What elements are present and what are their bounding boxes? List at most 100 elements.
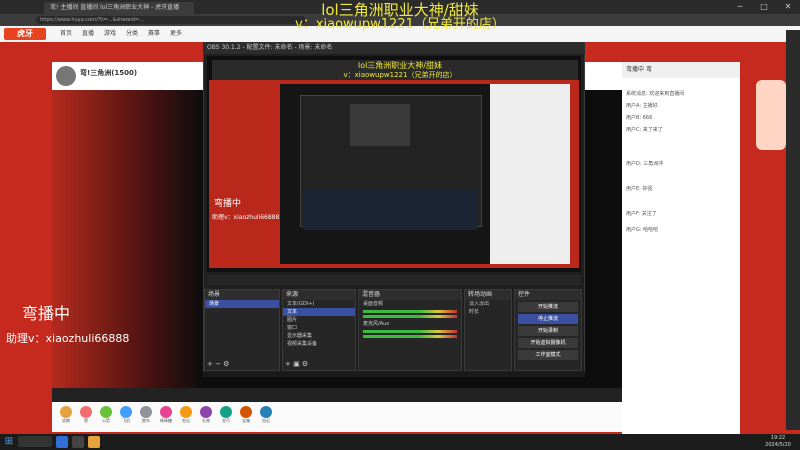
dock-title: 场景: [205, 290, 279, 300]
overlay-contact-text: 助理v：xiaozhuli66888: [6, 332, 130, 345]
chat-message: 用户C: 来了来了: [626, 127, 663, 133]
source-item[interactable]: 文本(GDI+): [283, 300, 355, 308]
obs-source-toolbar: [207, 275, 581, 285]
source-item[interactable]: 视频采集设备: [283, 340, 355, 348]
promo-badge[interactable]: [756, 80, 786, 150]
scene-item[interactable]: 场景: [205, 300, 279, 308]
gift-icon: [100, 406, 112, 418]
gift-label: 吃瓜: [182, 418, 190, 423]
maximize-button[interactable]: □: [752, 0, 776, 14]
chat-message: 用户G: 哈哈哈: [626, 227, 659, 233]
site-logo[interactable]: 虎牙: [4, 28, 46, 40]
close-button[interactable]: ✕: [776, 0, 800, 14]
chat-message: 用户A: 主播好: [626, 103, 658, 109]
minimize-button[interactable]: ─: [728, 0, 752, 14]
gift-icon: [140, 406, 152, 418]
gift-item[interactable]: 跑车: [138, 406, 154, 424]
scene-add-button[interactable]: + − ⚙: [207, 360, 229, 368]
nav-item[interactable]: 首页: [56, 29, 76, 39]
source-item[interactable]: 文本: [283, 308, 355, 316]
gift-label: 火箭: [102, 418, 110, 423]
preview-offline-text: 弯播中: [214, 199, 242, 209]
gift-label: 棒棒糖: [160, 418, 172, 423]
gift-icon: [60, 406, 72, 418]
virtual-camera-button[interactable]: 开始虚拟摄像机: [518, 338, 578, 348]
tray-clock[interactable]: 19:22 2024/5/20: [758, 435, 798, 449]
gift-label: 跑车: [142, 418, 150, 423]
obs-titlebar: OBS 30.1.2 - 配置文件: 未命名 - 场景: 未命名: [203, 42, 585, 54]
gift-label: 赞: [84, 418, 88, 423]
gift-label: 宝箱: [242, 418, 250, 423]
dock-title: 转场动画: [465, 290, 511, 300]
gift-item[interactable]: 飞机: [118, 406, 134, 424]
preview-contact-text: 助理v：xiaozhuli66888: [212, 214, 280, 221]
gift-icon: [160, 406, 172, 418]
volume-meter: [363, 330, 457, 333]
source-add-button[interactable]: + ▣ ⚙: [285, 360, 308, 368]
transition-select[interactable]: 淡入淡出: [465, 300, 511, 308]
gift-icon: [120, 406, 132, 418]
chat-header: 弯播中 弯: [622, 62, 740, 78]
windows-icon[interactable]: ⊞: [2, 435, 16, 449]
gift-item[interactable]: 火箭: [98, 406, 114, 424]
gift-item[interactable]: 金币: [218, 406, 234, 424]
gift-icon: [80, 406, 92, 418]
start-recording-button[interactable]: 开始录制: [518, 326, 578, 336]
avatar[interactable]: [56, 66, 76, 86]
folder-app-icon[interactable]: [88, 436, 100, 448]
obs-statusbar: [203, 372, 585, 377]
gift-label: 礼物: [202, 418, 210, 423]
start-stream-button[interactable]: 开始推流: [518, 302, 578, 312]
dock-title: 混音器: [359, 290, 461, 300]
taskbar-search[interactable]: [18, 436, 52, 447]
clock-time: 19:22: [770, 435, 786, 441]
clock-date: 2024/5/20: [765, 442, 791, 448]
gift-item[interactable]: 棒棒糖: [158, 406, 174, 424]
stop-stream-button[interactable]: 停止推流: [518, 314, 578, 324]
taskbar: ⊞ 19:22 2024/5/20: [0, 434, 800, 450]
transition-duration[interactable]: 时长: [465, 308, 511, 316]
gift-label: 虎粮: [62, 418, 70, 423]
scenes-dock: 场景 场景 + − ⚙: [204, 289, 280, 371]
mixer-channel-label: 麦克风/Aux: [363, 321, 390, 327]
volume-meter: [363, 310, 457, 313]
gift-item[interactable]: 赞: [78, 406, 94, 424]
browser-tab[interactable]: 弯! 主播间 直播间 lol三角洲职业大神 - 虎牙直播: [44, 2, 194, 14]
player-controls[interactable]: [52, 388, 622, 402]
source-item[interactable]: 窗口: [283, 324, 355, 332]
transitions-dock: 转场动画 淡入淡出 时长: [464, 289, 512, 371]
preview-nested-obs-inner: [350, 104, 410, 146]
gift-item[interactable]: 礼物: [198, 406, 214, 424]
chat-message: 用户D: 三角洲冲: [626, 161, 664, 167]
gift-icon: [260, 406, 272, 418]
gift-icon: [200, 406, 212, 418]
gift-item[interactable]: 钻石: [258, 406, 274, 424]
gift-icon: [180, 406, 192, 418]
dock-title: 控件: [515, 290, 581, 300]
nav-item[interactable]: 游戏: [100, 29, 120, 39]
nav-item[interactable]: 赛事: [144, 29, 164, 39]
volume-meter: [363, 315, 457, 318]
gift-item[interactable]: 宝箱: [238, 406, 254, 424]
mixer-channel-label: 桌面音频: [363, 301, 384, 307]
studio-mode-button[interactable]: 工作室模式: [518, 350, 578, 360]
gift-label: 飞机: [122, 418, 130, 423]
preview-nested-docks: [303, 190, 477, 230]
gift-icon: [220, 406, 232, 418]
nav-item[interactable]: 直播: [78, 29, 98, 39]
nav-item[interactable]: 分类: [122, 29, 142, 39]
gift-label: 钻石: [262, 418, 270, 423]
nav-item[interactable]: 更多: [166, 29, 186, 39]
preview-overlay-line2: v：xiaowupw1221（兄弟开的店）: [343, 71, 457, 79]
gift-item[interactable]: 虎粮: [58, 406, 74, 424]
source-item[interactable]: 图片: [283, 316, 355, 324]
source-item[interactable]: 显示器采集: [283, 332, 355, 340]
chat-message: 用户B: 666: [626, 115, 653, 121]
overlay-subtitle: v：xiaowupw1221（兄弟开的店）: [295, 17, 505, 32]
browser-app-icon[interactable]: [56, 436, 68, 448]
gift-label: 金币: [222, 418, 230, 423]
obs-app-icon[interactable]: [72, 436, 84, 448]
sources-dock: 来源 文本(GDI+) 文本 图片 窗口 显示器采集 视频采集设备 + ▣ ⚙: [282, 289, 356, 371]
gift-item[interactable]: 吃瓜: [178, 406, 194, 424]
side-toolbar: [786, 30, 800, 430]
